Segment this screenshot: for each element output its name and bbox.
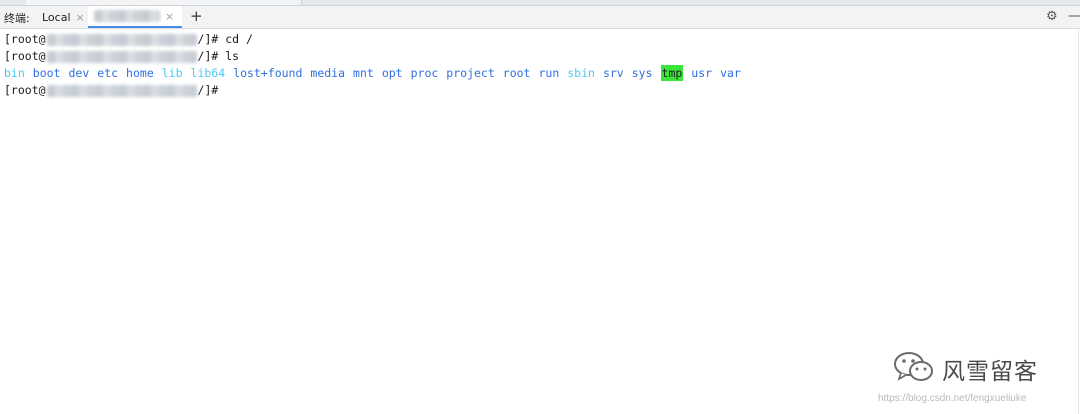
prompt-prefix: [root@	[4, 83, 46, 97]
ls-entry: proc	[410, 66, 439, 80]
ls-entry: mnt	[353, 66, 374, 80]
gear-icon[interactable]: ⚙	[1046, 9, 1058, 24]
tab-local-label: Local	[42, 10, 71, 24]
terminal-line: [root@ /]# cd /	[4, 31, 253, 47]
terminal-tab-bar: 终端: Local × × + ⚙ —	[0, 6, 1080, 29]
ls-entry: dev	[68, 66, 90, 80]
redacted-hostname	[46, 33, 197, 46]
tab-remote-session[interactable]: ×	[88, 6, 182, 28]
ls-entry: root	[502, 66, 531, 80]
ls-entry: lib	[161, 66, 183, 80]
ls-entry: project	[446, 66, 495, 80]
ls-entry: lost+found	[233, 66, 303, 80]
redacted-hostname	[46, 50, 197, 63]
ls-entry: etc	[97, 66, 119, 80]
prompt-prefix: [root@	[4, 49, 46, 63]
ls-entry: opt	[381, 66, 403, 80]
tab-local[interactable]: Local ×	[36, 6, 88, 28]
watermark-url: https://blog.csdn.net/fengxueliuke	[878, 393, 1027, 404]
minimize-icon[interactable]: —	[1068, 8, 1080, 24]
ls-entry: srv	[602, 66, 624, 80]
ls-entry: sys	[631, 66, 653, 80]
close-icon[interactable]: ×	[76, 11, 85, 24]
prompt-command: /]# ls	[197, 49, 240, 63]
ls-entry: lib64	[190, 66, 226, 80]
ls-entry: usr	[691, 66, 713, 80]
ls-entry: run	[538, 66, 560, 80]
editor-tab-remnant[interactable]	[26, 0, 302, 5]
ls-entry: tmp	[660, 65, 684, 81]
ls-entry: var	[720, 66, 741, 80]
wechat-logo-icon	[894, 352, 933, 381]
right-edge-divider	[1078, 29, 1079, 414]
close-icon[interactable]: ×	[165, 10, 174, 23]
ls-output-line: bin boot dev etc home lib lib64 lost+found media…	[4, 65, 749, 81]
watermark-brand: 风雪留客	[942, 359, 1038, 385]
add-tab-icon[interactable]: +	[190, 7, 203, 25]
ls-entry: boot	[32, 66, 61, 80]
tool-window-title: 终端:	[4, 12, 30, 25]
redacted-hostname	[46, 84, 197, 97]
redacted-hostname	[94, 10, 160, 22]
prompt-command: /]# cd /	[197, 32, 253, 46]
terminal-line: [root@ /]# ls	[4, 48, 239, 64]
prompt-prefix: [root@	[4, 32, 46, 46]
ls-entry: bin	[4, 66, 25, 80]
ls-entry: media	[310, 66, 346, 80]
ls-entry: home	[126, 66, 154, 80]
ls-entry: sbin	[567, 66, 595, 80]
prompt-command: /]#	[197, 83, 219, 97]
terminal-line: [root@ /]#	[4, 82, 218, 98]
